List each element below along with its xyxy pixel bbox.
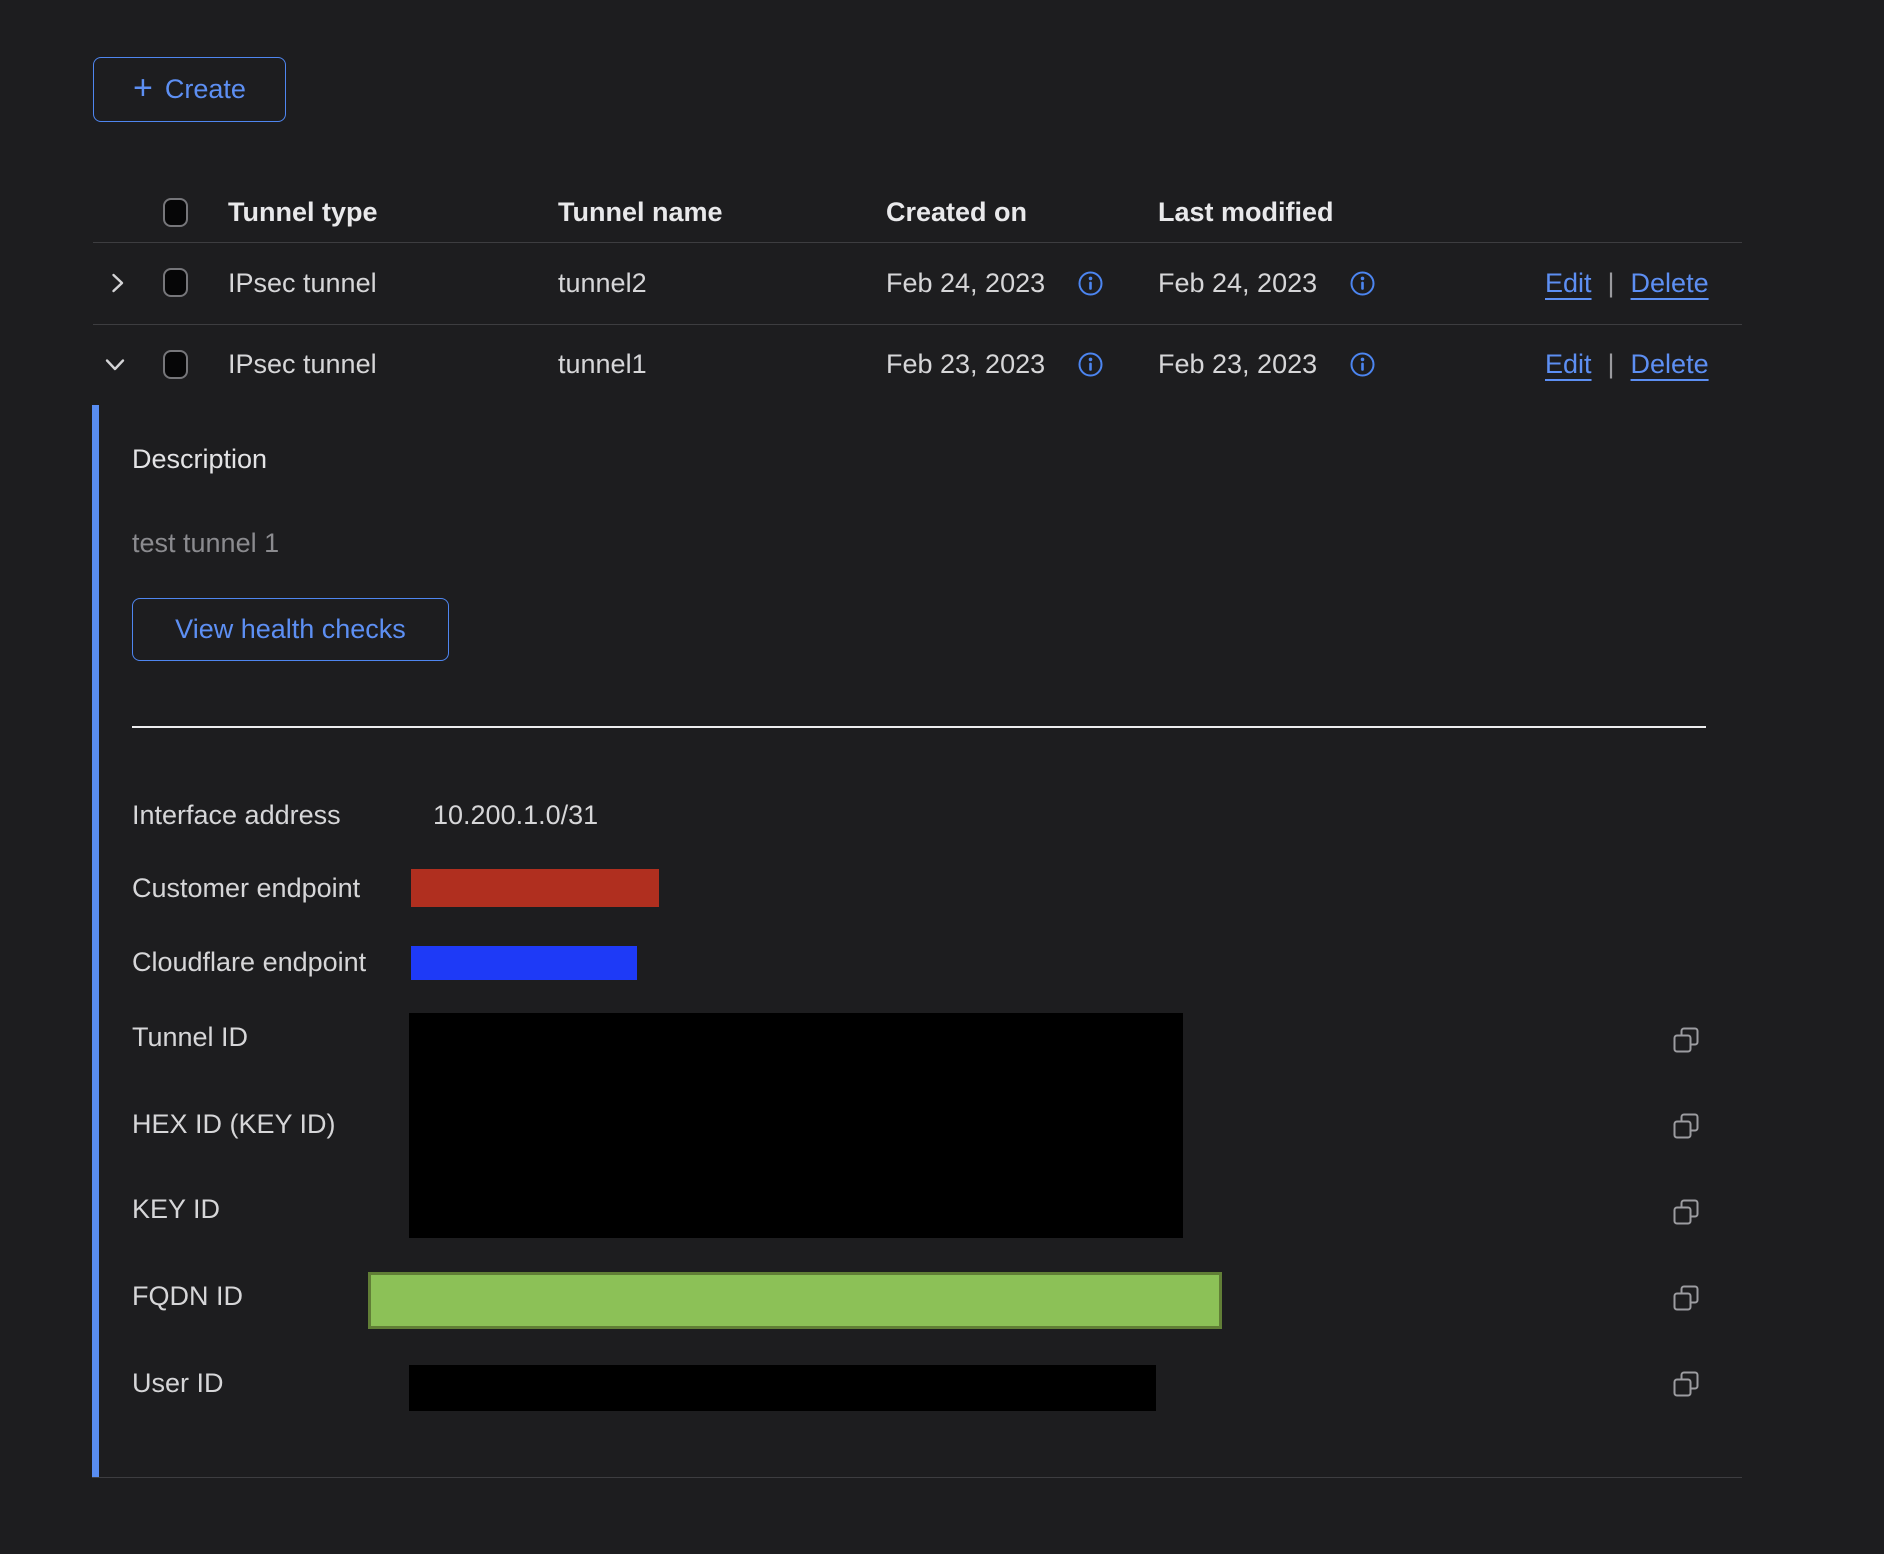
column-header-tunnel-type: Tunnel type [228,196,378,228]
header-divider [93,242,1742,243]
select-all-checkbox[interactable] [163,198,188,227]
delete-link[interactable]: Delete [1631,348,1709,380]
action-separator: | [1608,348,1615,380]
tunnels-page: + Create Tunnel type Tunnel name Created… [0,0,1884,1554]
user-id-redaction [409,1365,1156,1411]
copy-button[interactable] [1671,1111,1701,1141]
tunnel-type-cell: IPsec tunnel [228,267,377,299]
last-modified-cell: Feb 23, 2023 [1158,348,1317,380]
created-on-cell: Feb 24, 2023 [886,267,1045,299]
column-header-tunnel-name: Tunnel name [558,196,723,228]
description-label: Description [132,443,267,475]
interface-address-value: 10.200.1.0/31 [433,799,598,831]
customer-endpoint-redaction [411,869,659,907]
tunnel-id-label: Tunnel ID [132,1021,248,1053]
info-icon[interactable] [1349,270,1376,297]
tunnel-name-cell: tunnel1 [558,348,647,380]
copy-icon [1671,1197,1701,1227]
row-checkbox[interactable] [163,268,188,297]
copy-icon [1671,1025,1701,1055]
hex-id-label: HEX ID (KEY ID) [132,1108,336,1140]
info-icon[interactable] [1077,351,1104,378]
edit-link[interactable]: Edit [1545,267,1592,299]
user-id-label: User ID [132,1367,224,1399]
last-modified-cell: Feb 24, 2023 [1158,267,1317,299]
ids-redaction [409,1013,1183,1238]
tunnel-name-cell: tunnel2 [558,267,647,299]
tunnel-type-cell: IPsec tunnel [228,348,377,380]
cloudflare-endpoint-redaction [411,946,637,980]
fqdn-id-redaction [368,1272,1222,1329]
section-divider [132,726,1706,728]
copy-icon [1671,1369,1701,1399]
info-icon[interactable] [1077,270,1104,297]
action-separator: | [1608,267,1615,299]
copy-button[interactable] [1671,1283,1701,1313]
column-header-created-on: Created on [886,196,1027,228]
view-health-checks-button[interactable]: View health checks [132,598,449,661]
collapse-row-button[interactable] [102,351,128,377]
column-header-last-modified: Last modified [1158,196,1334,228]
fqdn-id-label: FQDN ID [132,1280,243,1312]
customer-endpoint-label: Customer endpoint [132,872,360,904]
delete-link[interactable]: Delete [1631,267,1709,299]
info-icon[interactable] [1349,351,1376,378]
key-id-label: KEY ID [132,1193,220,1225]
interface-address-label: Interface address [132,799,341,831]
copy-button[interactable] [1671,1369,1701,1399]
row-divider [93,324,1742,325]
copy-button[interactable] [1671,1197,1701,1227]
view-health-checks-label: View health checks [175,614,406,645]
copy-icon [1671,1283,1701,1313]
chevron-down-icon [102,351,128,377]
create-button-label: Create [165,74,246,105]
cloudflare-endpoint-label: Cloudflare endpoint [132,946,366,978]
expand-row-button[interactable] [104,270,130,296]
panel-accent-border [92,405,99,1477]
copy-button[interactable] [1671,1025,1701,1055]
row-checkbox[interactable] [163,350,188,379]
description-value: test tunnel 1 [132,527,279,559]
copy-icon [1671,1111,1701,1141]
create-button[interactable]: + Create [93,57,286,122]
chevron-right-icon [104,270,130,296]
panel-bottom-divider [92,1477,1742,1478]
created-on-cell: Feb 23, 2023 [886,348,1045,380]
edit-link[interactable]: Edit [1545,348,1592,380]
plus-icon: + [133,71,153,105]
